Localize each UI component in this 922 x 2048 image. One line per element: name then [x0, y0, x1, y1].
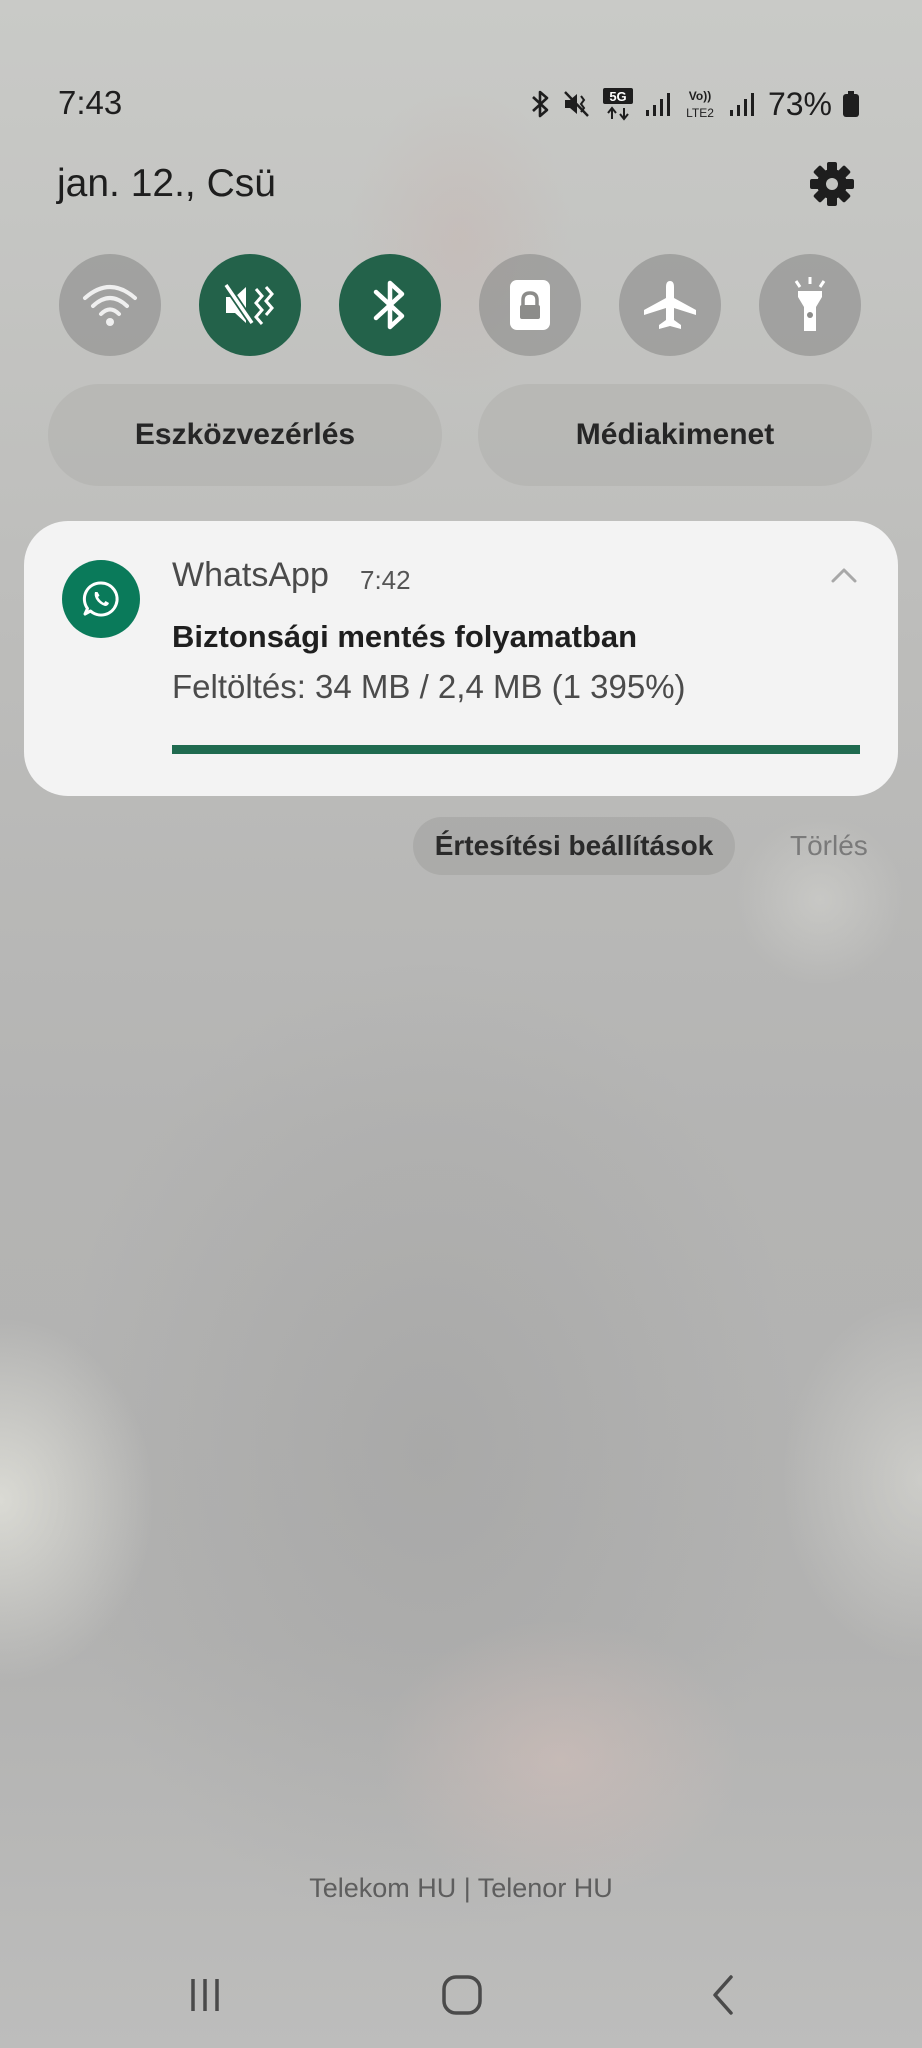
notification-settings-button[interactable]: Értesítési beállítások — [413, 817, 735, 875]
notification-app-name: WhatsApp — [172, 556, 329, 594]
recents-icon[interactable] — [165, 1962, 245, 2028]
mute-vibrate-icon — [564, 91, 589, 117]
notification-time: 7:42 — [360, 565, 411, 595]
home-icon[interactable] — [422, 1962, 502, 2028]
battery-percent: 73% — [767, 85, 832, 122]
volte-lte2-icon: Vo)) LTE2 — [686, 89, 714, 120]
back-icon[interactable] — [682, 1962, 762, 2028]
signal-icon — [645, 93, 670, 116]
bluetooth-icon — [532, 90, 549, 118]
flashlight-icon — [794, 277, 826, 331]
airplane-toggle[interactable] — [619, 254, 721, 356]
notification-title: Biztonsági mentés folyamatban — [172, 619, 638, 654]
5g-icon: 5G — [602, 88, 633, 121]
sound-toggle[interactable] — [199, 254, 301, 356]
gear-icon[interactable] — [806, 158, 858, 210]
date-label: jan. 12., Csü — [57, 162, 276, 205]
svg-text:5G: 5G — [609, 89, 626, 104]
flashlight-toggle[interactable] — [759, 254, 861, 356]
svg-text:Vo)): Vo)) — [689, 89, 711, 103]
notification-card[interactable] — [24, 521, 898, 796]
status-icons: 5G Vo)) LTE2 73% — [530, 84, 860, 124]
mute-vibrate-icon — [223, 283, 274, 325]
notification-body: Feltöltés: 34 MB / 2,4 MB (1 395%) — [172, 668, 686, 705]
status-time: 7:43 — [58, 84, 123, 121]
chevron-up-icon[interactable] — [830, 566, 858, 589]
media-output-button[interactable]: Médiakimenet — [478, 384, 872, 486]
carrier-label: Telekom HU | Telenor HU — [309, 1873, 613, 1903]
bluetooth-toggle[interactable] — [339, 254, 441, 356]
signal-icon — [729, 93, 754, 116]
wifi-toggle[interactable] — [59, 254, 161, 356]
svg-text:LTE2: LTE2 — [686, 106, 714, 120]
whatsapp-icon — [62, 560, 140, 638]
airplane-icon — [644, 281, 696, 329]
wifi-icon — [83, 285, 137, 326]
clear-button[interactable]: Törlés — [790, 830, 868, 862]
bluetooth-icon — [373, 280, 405, 330]
progress-bar — [172, 745, 860, 754]
device-control-button[interactable]: Eszközvezérlés — [48, 384, 442, 486]
rotation-lock-toggle[interactable] — [479, 254, 581, 356]
lock-icon — [510, 280, 550, 330]
battery-icon — [843, 91, 859, 117]
progress-bar-fill — [172, 745, 860, 754]
